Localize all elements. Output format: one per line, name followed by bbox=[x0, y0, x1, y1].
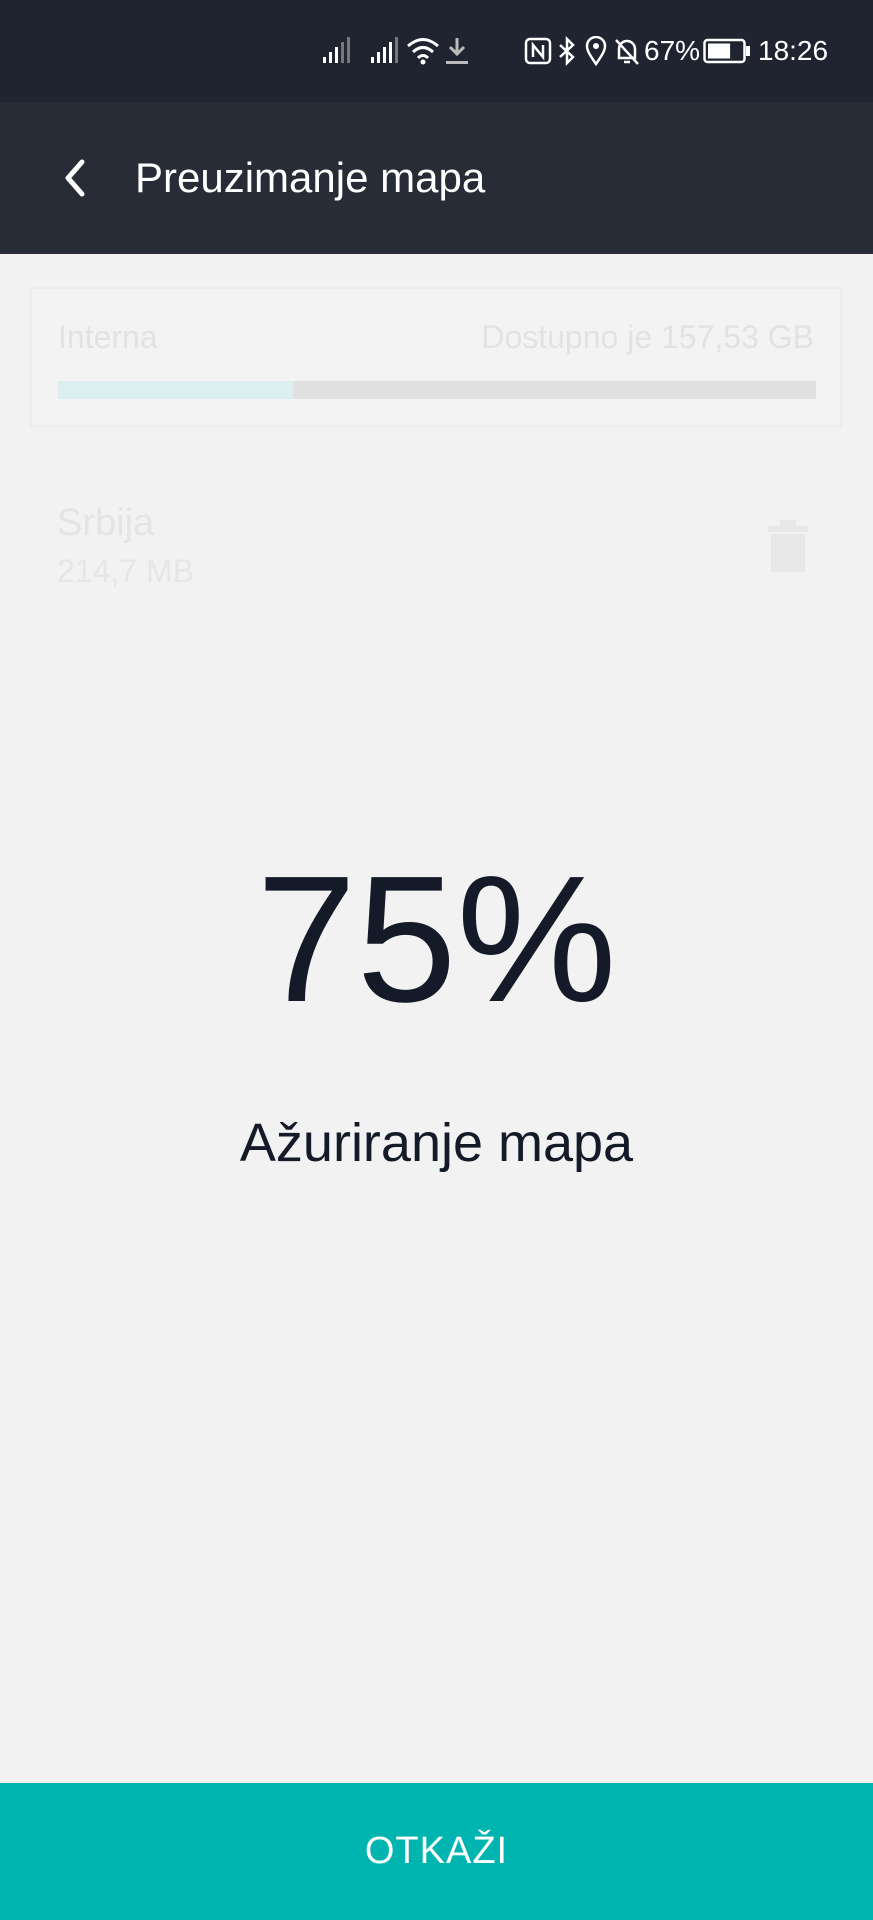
trash-icon bbox=[768, 520, 808, 572]
battery-percent: 67% bbox=[644, 35, 701, 66]
nfc-icon bbox=[524, 0, 552, 102]
back-button[interactable] bbox=[40, 142, 110, 214]
map-name: Srbija bbox=[57, 502, 155, 544]
progress-label: Ažuriranje mapa bbox=[239, 1113, 634, 1173]
wifi-icon bbox=[406, 0, 440, 102]
status-bar: 67% 18:26 bbox=[0, 0, 873, 102]
clock: 18:26 bbox=[758, 35, 829, 66]
signal-icon bbox=[370, 0, 398, 102]
cancel-button[interactable]: OTKAŽI bbox=[0, 1783, 873, 1920]
storage-card: Interna Dostupno je 157,53 GB bbox=[30, 287, 842, 427]
download-icon bbox=[444, 0, 470, 102]
storage-bar bbox=[58, 381, 816, 399]
signal-icon bbox=[322, 0, 350, 102]
page-title: Preuzimanje mapa bbox=[135, 154, 486, 201]
storage-bar-fill bbox=[58, 381, 293, 399]
bluetooth-icon bbox=[557, 0, 577, 102]
app-bar: Preuzimanje mapa bbox=[0, 102, 873, 254]
map-size: 214,7 MB bbox=[57, 553, 194, 589]
alarm-off-icon bbox=[614, 0, 640, 102]
chevron-left-icon bbox=[65, 159, 85, 197]
storage-label: Interna bbox=[58, 319, 158, 355]
battery-icon bbox=[703, 0, 751, 102]
delete-map-button[interactable] bbox=[762, 518, 814, 574]
location-icon bbox=[585, 0, 607, 102]
storage-available: Dostupno je 157,53 GB bbox=[481, 319, 814, 355]
progress-percent: 75% bbox=[256, 839, 617, 1040]
